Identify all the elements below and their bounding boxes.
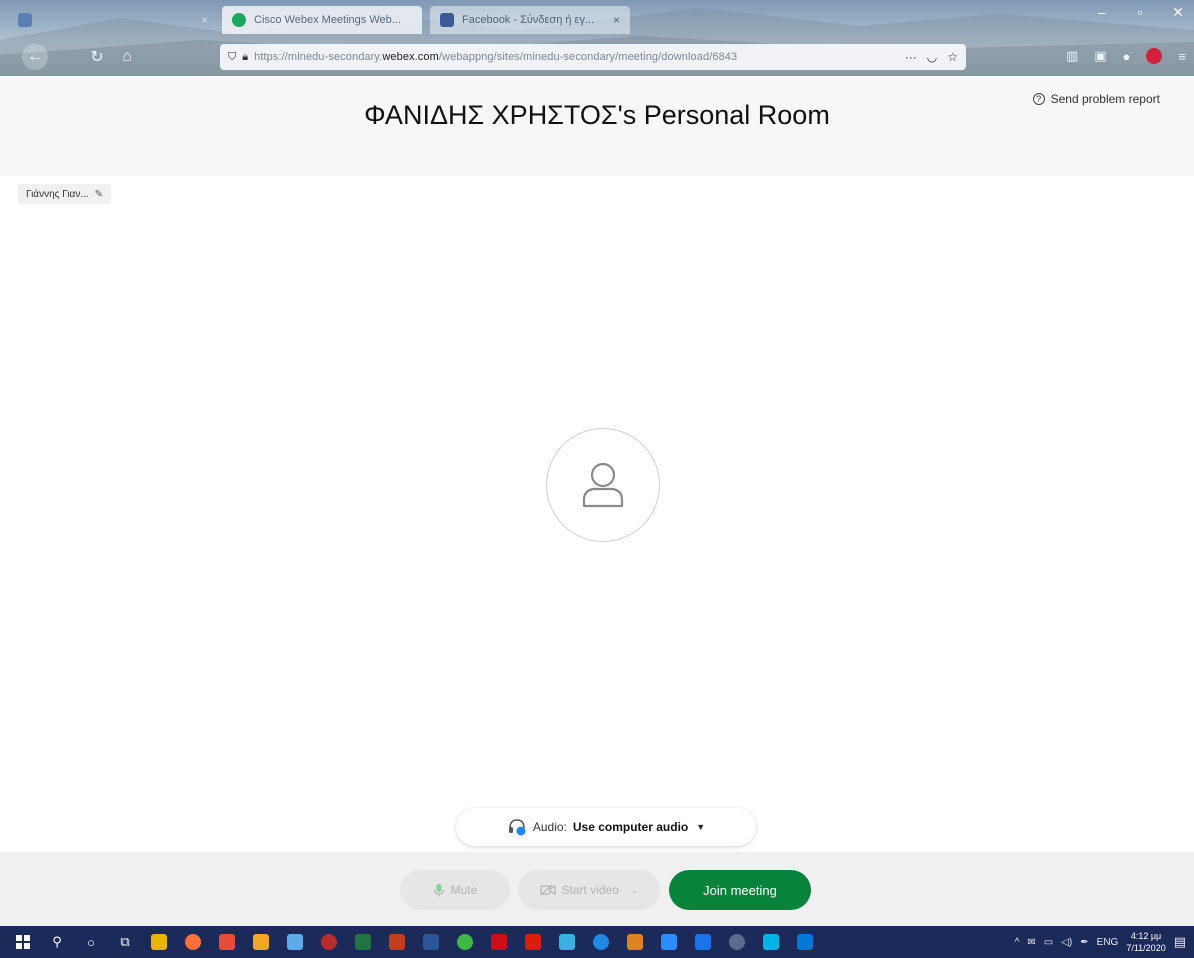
taskbar-app-icon[interactable] [488, 933, 510, 951]
taskbar-app-icon[interactable] [522, 933, 544, 951]
webmail-favicon-icon [18, 13, 32, 27]
close-window-icon[interactable]: ✕ [1168, 4, 1188, 21]
taskbar-apps [142, 933, 822, 951]
minimize-icon[interactable]: – [1092, 4, 1112, 21]
video-camera-icon [539, 884, 556, 896]
url-text: https://minedu-secondary.webex.com/webap… [254, 51, 738, 63]
adblock-icon[interactable] [1146, 48, 1163, 64]
taskbar-app-icon[interactable] [148, 933, 170, 951]
tab-webmail[interactable]: × [8, 6, 218, 34]
task-view-icon[interactable]: ⧉ [114, 933, 136, 951]
audio-connection-select[interactable]: Audio: Use computer audio ▼ [456, 808, 756, 846]
menu-icon[interactable]: ≡ [1178, 49, 1186, 64]
sidebar-icon[interactable]: ▣ [1094, 48, 1106, 64]
taskbar-app-icon[interactable] [726, 933, 748, 951]
library-icon[interactable]: ▥ [1066, 48, 1078, 64]
taskbar-app-icon[interactable] [590, 933, 612, 951]
windows-taskbar: ⚲ ○ ⧉ ^ ✉ ▭ ◁) ✒ ENG 4:12 μμ 7/11/2020 ▤ [0, 926, 1194, 958]
video-label: Start video [561, 883, 619, 897]
page-actions-icon[interactable]: ··· [905, 50, 917, 64]
send-problem-report-link[interactable]: ? Send problem report [1032, 92, 1160, 106]
page-title: ΦΑΝΙΔΗΣ ΧΡΗΣΤΟΣ's Personal Room [364, 100, 830, 130]
clock-date: 7/11/2020 [1126, 943, 1166, 953]
tab-facebook[interactable]: Facebook - Σύνδεση ή εγ... × [430, 6, 630, 34]
taskbar-app-icon[interactable] [760, 933, 782, 951]
language-indicator[interactable]: ENG [1097, 937, 1119, 948]
cortana-icon[interactable]: ○ [80, 933, 102, 951]
close-icon[interactable]: × [613, 13, 620, 27]
taskbar-app-icon[interactable] [250, 933, 272, 951]
taskbar-app-icon[interactable] [794, 933, 816, 951]
taskbar-app-icon[interactable] [692, 933, 714, 951]
windows-start-icon[interactable] [12, 933, 34, 951]
navigation-toolbar: ← ↻ ⌂ ⛉ 🔒︎ https://minedu-secondary.webe… [0, 40, 1194, 74]
system-tray: ^ ✉ ▭ ◁) ✒ ENG 4:12 μμ 7/11/2020 ▤ [1015, 930, 1194, 954]
lock-icon: 🔒︎ [242, 50, 249, 63]
help-icon: ? [1032, 93, 1045, 105]
webex-favicon-icon [232, 13, 246, 27]
shield-icon: ⛉ [228, 50, 237, 63]
taskbar-app-icon[interactable] [420, 933, 442, 951]
tab-webex[interactable]: Cisco Webex Meetings Web... [222, 6, 422, 34]
message-icon[interactable]: ✉ [1027, 937, 1035, 948]
tab-strip: × Cisco Webex Meetings Web... Facebook -… [0, 0, 1194, 38]
microphone-icon [433, 884, 444, 897]
account-icon[interactable]: ● [1123, 49, 1131, 64]
taskbar-app-icon[interactable] [284, 933, 306, 951]
join-meeting-button[interactable]: Join meeting [669, 870, 811, 910]
extensions-toolbar: ▥ ▣ ● ≡ [1066, 48, 1186, 64]
maximize-icon[interactable]: ▫ [1130, 4, 1150, 21]
bookmark-star-icon[interactable]: ☆ [947, 50, 958, 64]
chevron-down-icon[interactable]: ⌄ [631, 885, 639, 896]
taskbar-app-icon[interactable] [386, 933, 408, 951]
edit-pencil-icon[interactable]: ✎ [95, 189, 103, 200]
notifications-icon[interactable]: ▤ [1174, 934, 1186, 950]
taskbar-app-icon[interactable] [216, 933, 238, 951]
tab-label: Cisco Webex Meetings Web... [254, 14, 401, 26]
pen-icon[interactable]: ✒ [1080, 937, 1088, 948]
meeting-controls-bar: Mute Start video ⌄ Join meeting [0, 852, 1194, 926]
taskbar-app-icon[interactable] [352, 933, 374, 951]
clock-time: 4:12 μμ [1130, 931, 1162, 941]
mute-button[interactable]: Mute [400, 870, 510, 910]
browser-chrome: × Cisco Webex Meetings Web... Facebook -… [0, 0, 1194, 76]
taskbar-app-icon[interactable] [318, 933, 340, 951]
participant-name-tag[interactable]: Γιάννης Γιαν... ✎ [18, 184, 112, 204]
tab-label: Facebook - Σύνδεση ή εγ... [462, 14, 595, 26]
report-label: Send problem report [1050, 92, 1160, 106]
mute-label: Mute [450, 883, 478, 897]
taskbar-app-icon[interactable] [658, 933, 680, 951]
chevron-up-icon[interactable]: ^ [1015, 937, 1020, 948]
taskbar-app-icon[interactable] [454, 933, 476, 951]
back-icon[interactable]: ← [22, 44, 48, 70]
reload-icon[interactable]: ↻ [84, 44, 110, 70]
network-icon[interactable]: ▭ [1044, 937, 1053, 948]
user-icon [582, 462, 624, 508]
join-label: Join meeting [703, 882, 777, 898]
address-bar[interactable]: ⛉ 🔒︎ https://minedu-secondary.webex.com/… [220, 44, 966, 70]
start-video-button[interactable]: Start video ⌄ [518, 870, 660, 910]
audio-value: Use computer audio [572, 820, 689, 834]
home-icon[interactable]: ⌂ [114, 44, 140, 70]
taskbar-app-icon[interactable] [624, 933, 646, 951]
window-controls: – ▫ ✕ [1092, 4, 1188, 21]
meeting-header: ΦΑΝΙΔΗΣ ΧΡΗΣΤΟΣ's Personal Room ? Send p… [0, 76, 1194, 176]
search-icon[interactable]: ⚲ [46, 933, 68, 951]
audio-label: Audio: [532, 820, 567, 834]
close-icon[interactable]: × [201, 13, 208, 27]
chevron-down-icon: ▼ [696, 822, 706, 832]
pocket-icon[interactable]: ◡ [927, 50, 937, 64]
avatar [546, 428, 660, 542]
clock[interactable]: 4:12 μμ 7/11/2020 [1126, 930, 1165, 954]
headset-icon [508, 819, 526, 836]
taskbar-app-icon[interactable] [556, 933, 578, 951]
participant-name: Γιάννης Γιαν... [26, 188, 89, 200]
facebook-favicon-icon [440, 13, 454, 27]
volume-icon[interactable]: ◁) [1061, 937, 1072, 948]
taskbar-app-icon[interactable] [182, 933, 204, 951]
